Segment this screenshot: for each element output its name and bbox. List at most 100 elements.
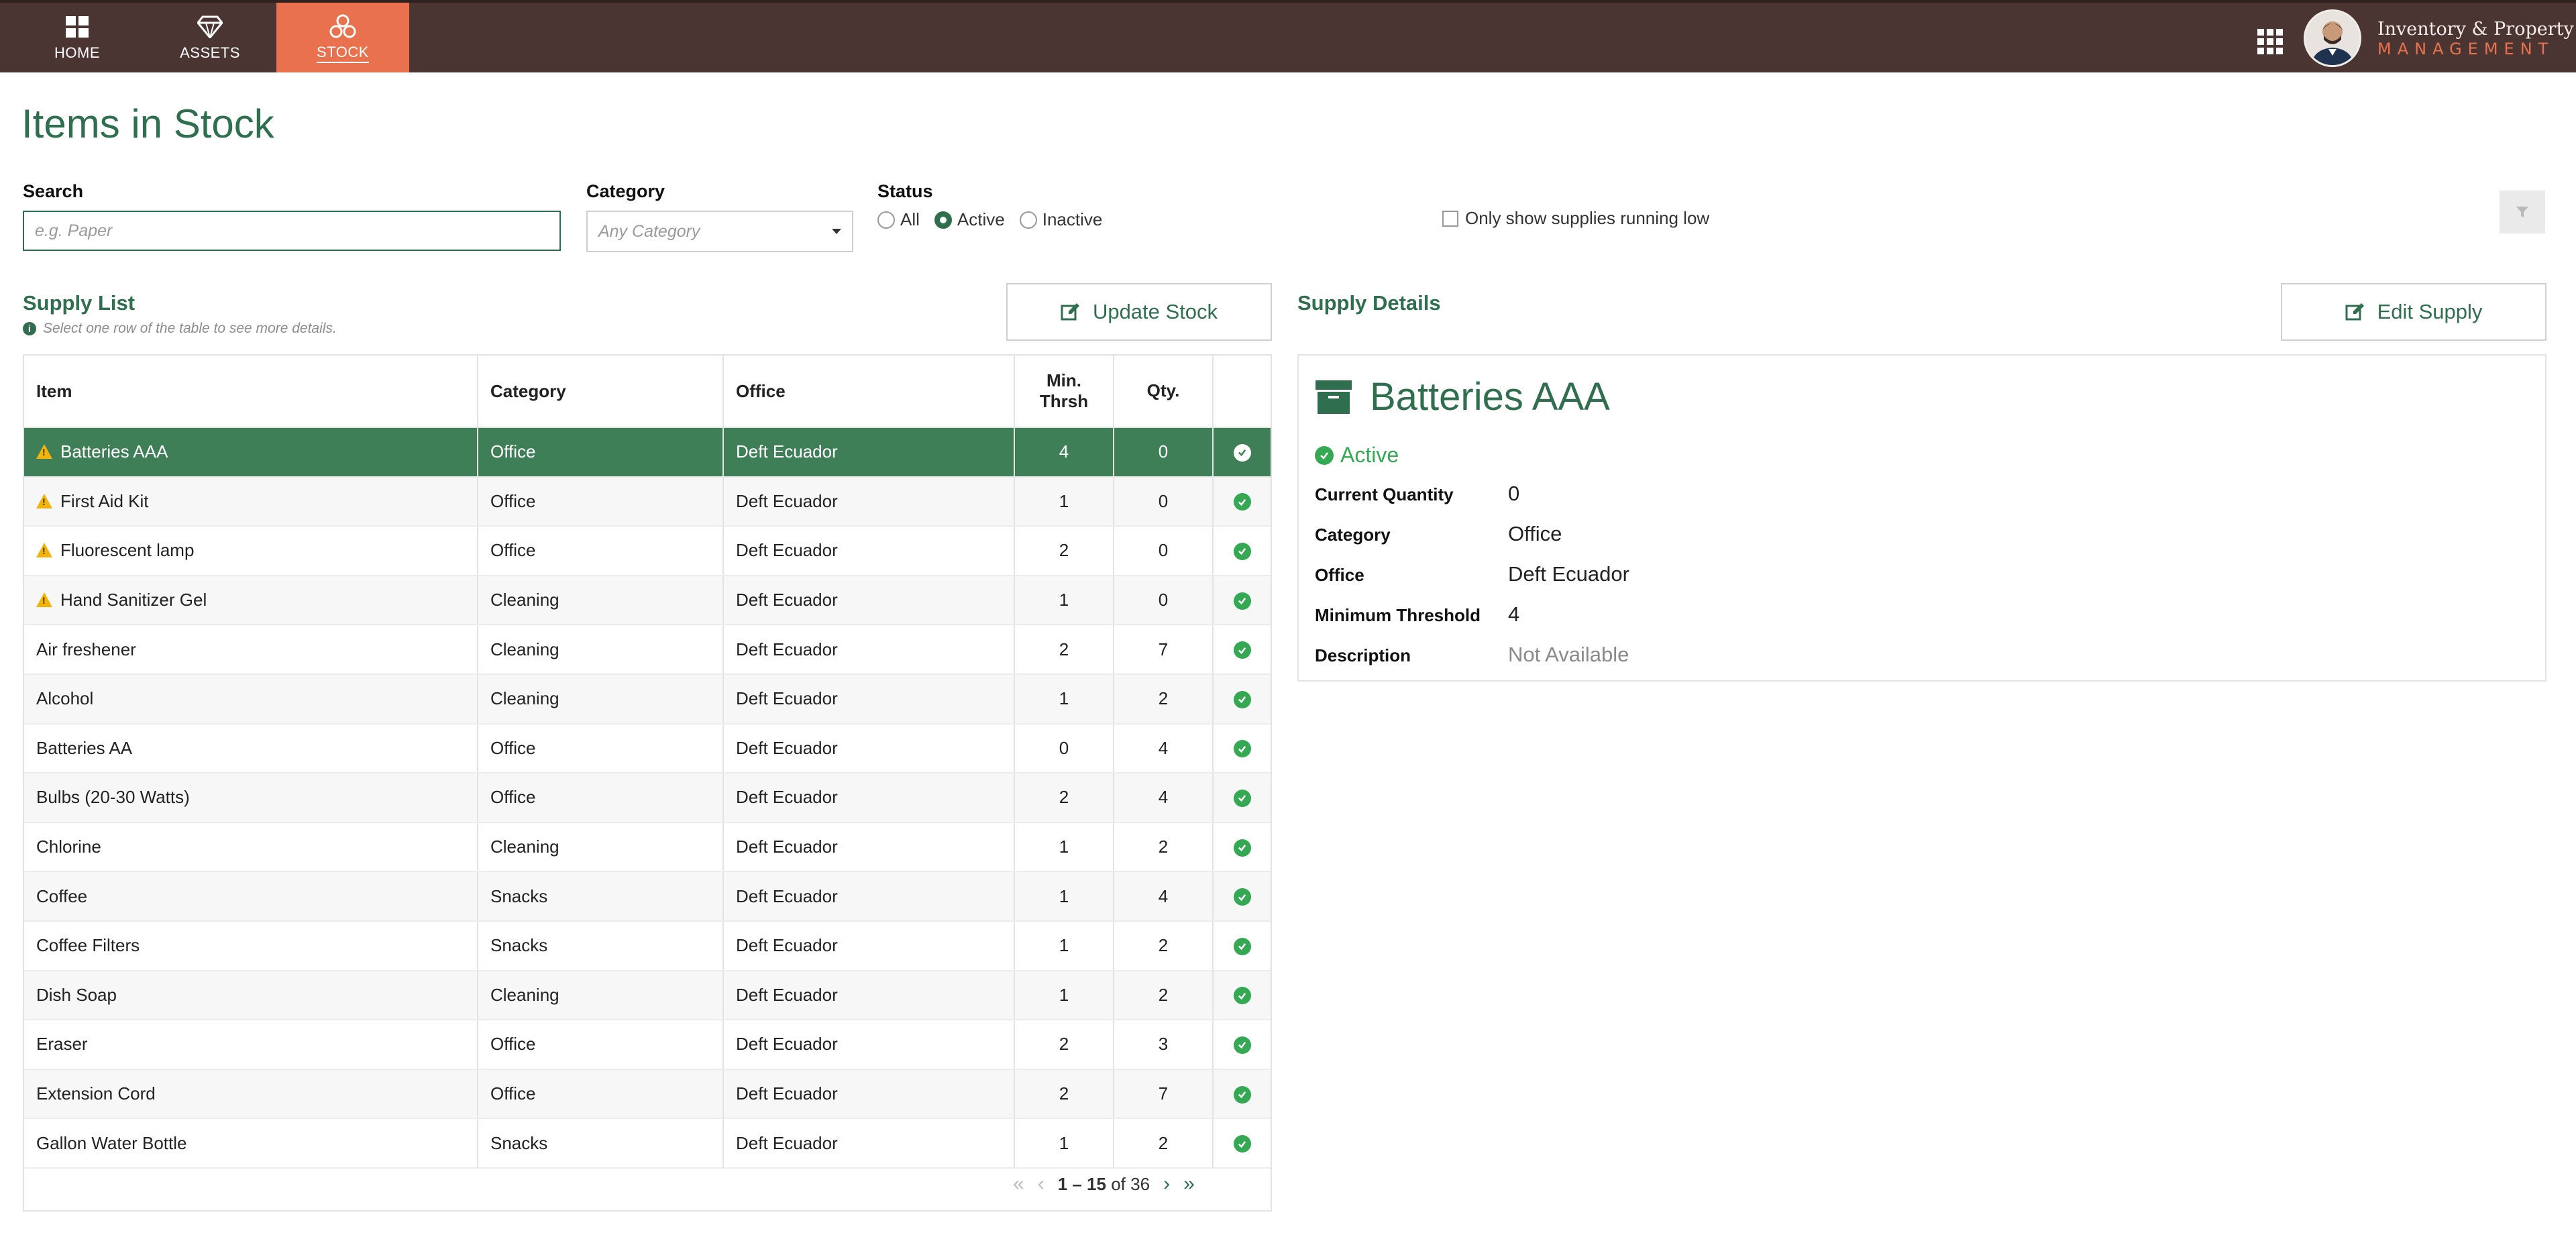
cell-qty: 2 (1114, 970, 1214, 1021)
cell-item: Coffee Filters (24, 920, 478, 971)
apps-grid-icon[interactable] (2257, 28, 2284, 58)
table-row[interactable]: Extension Cord Office Deft Ecuador 2 7 (24, 1069, 1271, 1120)
warning-icon (36, 493, 52, 508)
check-circle-icon (1233, 937, 1251, 955)
table-row[interactable]: Batteries AA Office Deft Ecuador 0 4 (24, 723, 1271, 774)
brand-title: Inventory & Property (2377, 19, 2574, 40)
clear-filter-button[interactable] (2500, 191, 2545, 233)
status-radio-inactive[interactable]: Inactive (1019, 209, 1103, 230)
low-supply-checkbox[interactable]: Only show supplies running low (1442, 208, 1709, 229)
table-row[interactable]: Eraser Office Deft Ecuador 2 3 (24, 1020, 1271, 1070)
edit-supply-label: Edit Supply (2377, 300, 2483, 323)
warning-icon (36, 444, 52, 460)
detail-value: 0 (1508, 482, 1520, 505)
table-row[interactable]: Gallon Water Bottle Snacks Deft Ecuador 1 2 (24, 1118, 1271, 1169)
table-row[interactable]: Air freshener Cleaning Deft Ecuador 2 7 (24, 625, 1271, 675)
status-radio-active[interactable]: Active (934, 209, 1005, 230)
supply-table: Item Category Office Min.Thrsh Qty. Batt… (23, 354, 1272, 1212)
next-page-icon[interactable]: › (1163, 1173, 1170, 1195)
check-circle-icon (1233, 592, 1251, 610)
cell-category: Office (478, 476, 724, 527)
nav-tab-label: STOCK (317, 44, 369, 63)
table-row[interactable]: Coffee Snacks Deft Ecuador 1 4 (24, 871, 1271, 922)
cell-status (1213, 723, 1271, 774)
cell-qty: 7 (1114, 625, 1214, 675)
radio-circle[interactable] (877, 211, 895, 229)
brand-logo: Inventory & Property MANAGEMENT (2377, 20, 2574, 57)
status-radio-all[interactable]: All (877, 209, 920, 230)
nav-tab-home[interactable]: HOME (11, 3, 144, 72)
cell-office: Deft Ecuador (723, 476, 1015, 527)
cell-category: Cleaning (478, 822, 724, 873)
table-row[interactable]: Bulbs (20-30 Watts) Office Deft Ecuador 2 4 (24, 773, 1271, 823)
item-name: Coffee (36, 886, 88, 906)
user-avatar[interactable] (2304, 9, 2361, 67)
table-row[interactable]: Hand Sanitizer Gel CleaningDeft Ecuador10 (24, 575, 1271, 626)
detail-value: 4 (1508, 602, 1520, 626)
table-row[interactable]: Alcohol Cleaning Deft Ecuador 1 2 (24, 674, 1271, 725)
table-row[interactable]: First Aid Kit OfficeDeft Ecuador10 (24, 476, 1271, 527)
table-row[interactable]: Coffee Filters Snacks Deft Ecuador 1 2 (24, 920, 1271, 971)
cell-min-threshold: 1 (1014, 1118, 1114, 1169)
brand-subtitle: MANAGEMENT (2377, 40, 2555, 58)
cell-item: First Aid Kit (24, 476, 478, 527)
item-name: Eraser (36, 1034, 88, 1055)
info-icon: i (23, 322, 36, 335)
detail-key: Current Quantity (1315, 484, 1454, 504)
cell-min-threshold: 2 (1014, 773, 1114, 823)
category-select[interactable]: Any Category (586, 211, 853, 252)
table-row[interactable]: Chlorine Cleaning Deft Ecuador 1 2 (24, 822, 1271, 873)
check-circle-icon (1233, 987, 1251, 1005)
supply-details-title: Supply Details (1297, 291, 1441, 315)
cell-qty: 0 (1114, 476, 1214, 527)
prev-page-icon[interactable]: ‹ (1038, 1173, 1044, 1195)
cell-category: Cleaning (478, 575, 724, 626)
edit-supply-button[interactable]: Edit Supply (2281, 283, 2546, 341)
table-row[interactable]: Dish Soap Cleaning Deft Ecuador 1 2 (24, 970, 1271, 1021)
radio-circle[interactable] (1019, 211, 1037, 229)
last-page-icon[interactable]: » (1183, 1173, 1195, 1195)
col-header-office[interactable]: Office (723, 356, 1015, 428)
col-header-item[interactable]: Item (24, 356, 478, 428)
cell-min-threshold: 1 (1014, 920, 1114, 971)
table-row[interactable]: Fluorescent lamp OfficeDeft Ecuador20 (24, 526, 1271, 576)
item-name: Gallon Water Bottle (36, 1132, 187, 1153)
col-header-status (1213, 356, 1271, 428)
details-status-text: Active (1340, 443, 1399, 467)
cell-office: Deft Ecuador (723, 674, 1015, 725)
cell-office: Deft Ecuador (723, 526, 1015, 576)
cell-status (1213, 1118, 1271, 1169)
top-nav-bar: HOME ASSETS STOCK Inventory & Property M… (0, 0, 2576, 72)
table-row[interactable]: Batteries AAA OfficeDeft Ecuador40 (24, 427, 1271, 478)
cell-min-threshold: 0 (1014, 723, 1114, 774)
detail-key: Office (1315, 565, 1364, 585)
cell-category: Office (478, 773, 724, 823)
col-header-qty[interactable]: Qty. (1114, 356, 1214, 428)
cell-qty: 2 (1114, 674, 1214, 725)
cell-item: Dish Soap (24, 970, 478, 1021)
cell-status (1213, 526, 1271, 576)
check-circle-icon (1233, 789, 1251, 807)
radio-circle-selected[interactable] (934, 211, 952, 229)
col-header-category[interactable]: Category (478, 356, 724, 428)
cell-item: Extension Cord (24, 1069, 478, 1120)
check-circle-icon (1233, 443, 1251, 462)
item-name: Air freshener (36, 639, 136, 659)
checkbox-box[interactable] (1442, 210, 1458, 227)
first-page-icon[interactable]: « (1013, 1173, 1024, 1195)
radio-label: Inactive (1042, 209, 1103, 229)
cell-item: Hand Sanitizer Gel (24, 575, 478, 626)
col-header-min-threshold[interactable]: Min. Thrsh (1014, 356, 1114, 428)
item-name: First Aid Kit (60, 490, 149, 511)
hint-text: Select one row of the table to see more … (43, 321, 337, 336)
cell-office: Deft Ecuador (723, 773, 1015, 823)
nav-tab-stock[interactable]: STOCK (276, 3, 409, 72)
detail-value: Deft Ecuador (1508, 562, 1629, 586)
cell-min-threshold: 1 (1014, 822, 1114, 873)
detail-key: Description (1315, 645, 1411, 665)
nav-tab-assets[interactable]: ASSETS (144, 3, 276, 72)
radio-label: All (900, 209, 920, 229)
search-input[interactable] (23, 211, 561, 251)
update-stock-button[interactable]: Update Stock (1006, 283, 1272, 341)
update-stock-label: Update Stock (1092, 300, 1218, 323)
